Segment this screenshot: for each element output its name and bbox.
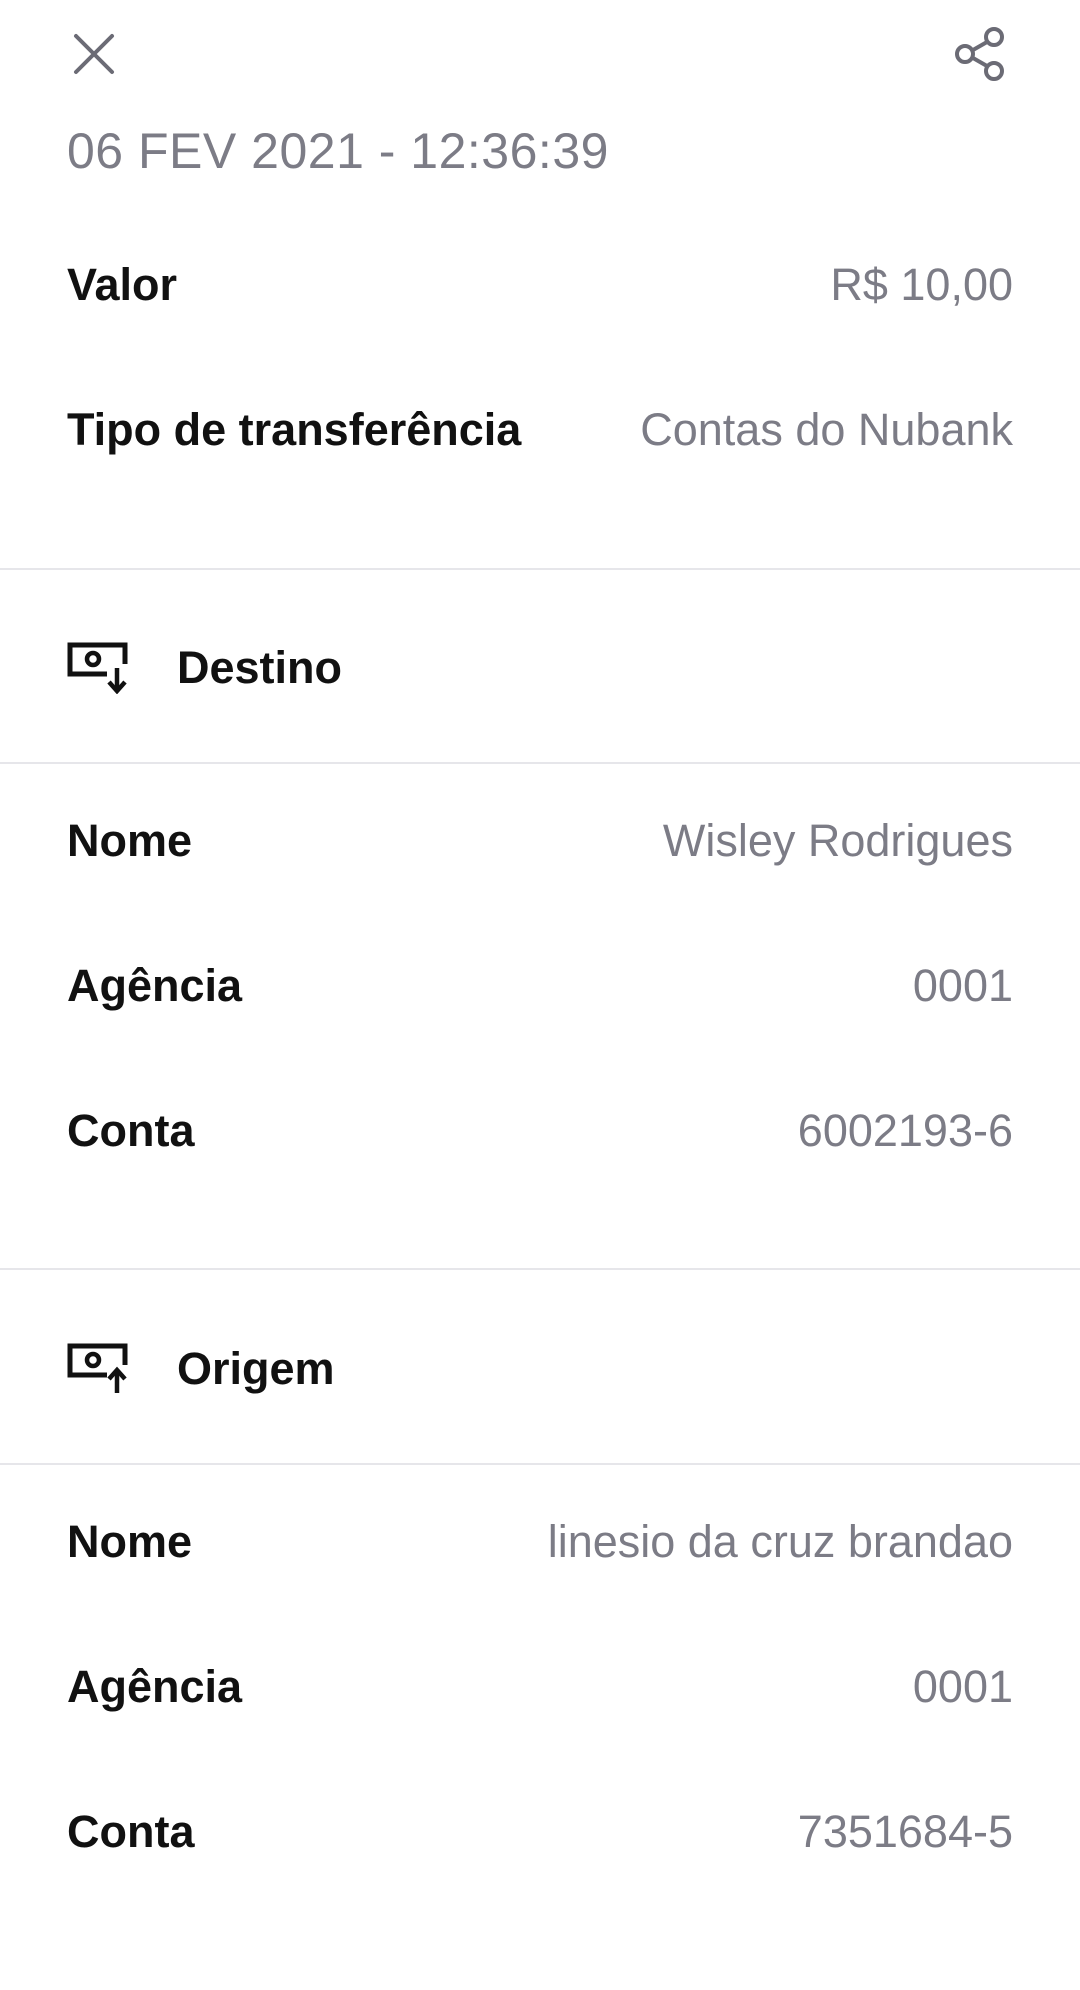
close-icon xyxy=(74,34,114,74)
origin-agency-row: Agência 0001 xyxy=(67,1652,1013,1722)
destination-agency-row: Agência 0001 xyxy=(67,951,1013,1021)
transaction-timestamp: 06 FEV 2021 - 12:36:39 xyxy=(67,123,609,179)
top-bar xyxy=(0,0,1080,120)
destination-name-value: Wisley Rodrigues xyxy=(662,815,1013,866)
destination-section-header: Destino xyxy=(67,628,342,708)
destination-agency-value: 0001 xyxy=(912,960,1013,1011)
share-icon xyxy=(955,27,1004,81)
origin-name-row: Nome linesio da cruz brandao xyxy=(67,1507,1013,1577)
destination-account-value: 6002193-6 xyxy=(797,1105,1013,1156)
amount-value: R$ 10,00 xyxy=(830,259,1013,310)
origin-name-label: Nome xyxy=(67,1516,193,1567)
divider xyxy=(0,568,1080,570)
share-button[interactable] xyxy=(940,14,1020,94)
origin-account-label: Conta xyxy=(67,1806,195,1857)
origin-account-row: Conta 7351684-5 xyxy=(67,1797,1013,1867)
destination-account-row: Conta 6002193-6 xyxy=(67,1096,1013,1166)
origin-name-value: linesio da cruz brandao xyxy=(547,1516,1013,1567)
divider xyxy=(0,1463,1080,1465)
destination-account-label: Conta xyxy=(67,1105,195,1156)
destination-agency-label: Agência xyxy=(67,960,243,1011)
close-button[interactable] xyxy=(54,14,134,94)
transfer-type-row: Tipo de transferência Contas do Nubank xyxy=(67,395,1013,465)
amount-row: Valor R$ 10,00 xyxy=(67,250,1013,320)
origin-agency-value: 0001 xyxy=(912,1661,1013,1712)
origin-agency-label: Agência xyxy=(67,1661,243,1712)
money-send-icon xyxy=(67,1343,129,1395)
origin-section-header: Origem xyxy=(67,1329,335,1409)
destination-name-row: Nome Wisley Rodrigues xyxy=(67,806,1013,876)
origin-title: Origem xyxy=(177,1343,335,1394)
transfer-type-value: Contas do Nubank xyxy=(640,404,1013,455)
divider xyxy=(0,762,1080,764)
transfer-type-label: Tipo de transferência xyxy=(67,404,522,455)
destination-title: Destino xyxy=(177,642,343,693)
origin-account-value: 7351684-5 xyxy=(797,1806,1013,1857)
divider xyxy=(0,1268,1080,1270)
money-receive-icon xyxy=(67,642,129,694)
destination-name-label: Nome xyxy=(67,815,193,866)
amount-label: Valor xyxy=(67,259,178,310)
